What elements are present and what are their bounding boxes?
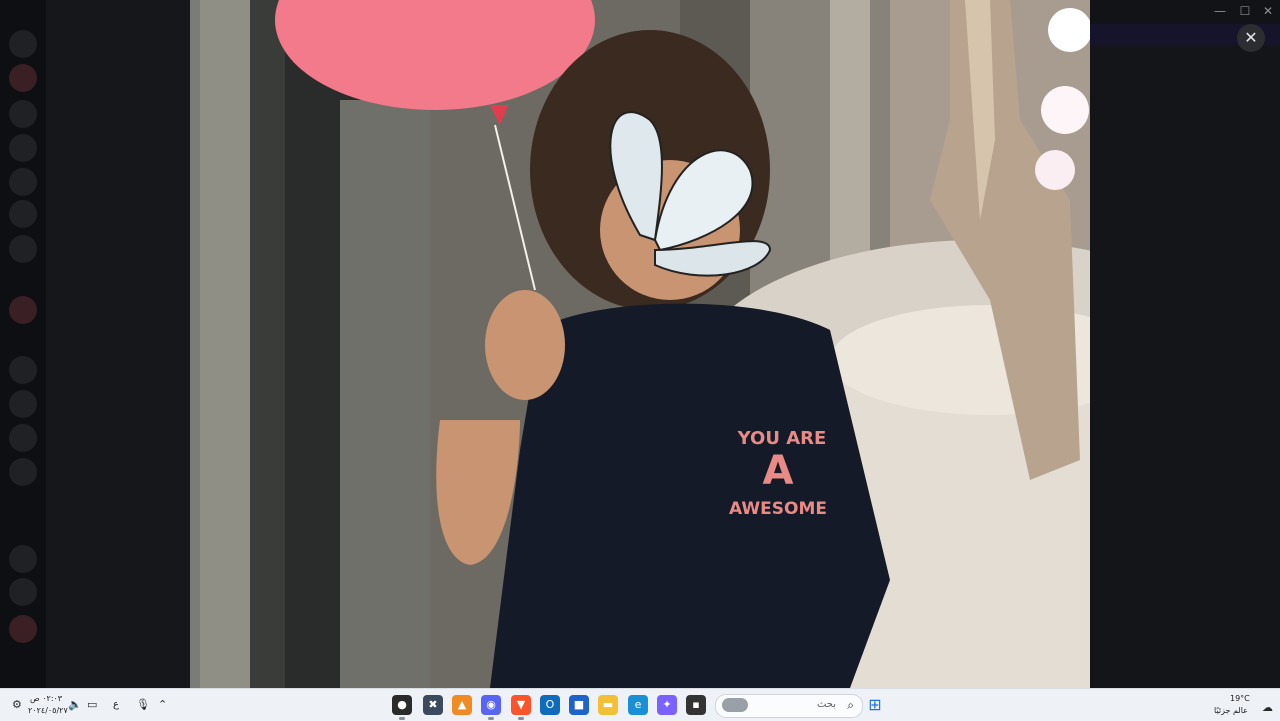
taskbar-app-copilot[interactable]: ✦ (657, 695, 677, 715)
minimize-button[interactable]: — (1208, 2, 1232, 20)
taskbar: ⚙ ٠٢:٠٣ ص ٢٠٢٤/٠٥/٢٧ 🔈 ▭ ع 🎙 ⌃ ● ✖ ▲ ◉ ▼ O ■ ▬ e… (0, 688, 1280, 721)
taskbar-app-task-view[interactable]: ▪ (686, 695, 706, 715)
background-server (9, 390, 37, 418)
microphone-icon[interactable]: 🎙 (136, 698, 150, 711)
background-server-list (0, 0, 46, 688)
taskbar-app-terminal[interactable]: ✖ (423, 695, 443, 715)
background-server (9, 30, 37, 58)
notification-icon[interactable]: ⚙ (12, 698, 22, 711)
search-highlight-image (722, 698, 748, 712)
background-server (9, 64, 37, 92)
start-button[interactable]: ⊞ (865, 695, 885, 715)
background-member-list (1090, 46, 1280, 688)
taskbar-app-discord[interactable]: ◉ (481, 695, 501, 715)
chevron-up-icon[interactable]: ⌃ (158, 698, 167, 711)
background-server (9, 545, 37, 573)
background-server (9, 134, 37, 162)
background-server (9, 200, 37, 228)
taskbar-app-edge[interactable]: e (628, 695, 648, 715)
taskbar-app-outlook[interactable]: O (540, 695, 560, 715)
weather-icon[interactable]: ☁ (1262, 701, 1273, 714)
clock-date[interactable]: ٢٠٢٤/٠٥/٢٧ (28, 706, 68, 715)
window-close-button[interactable]: ✕ (1256, 2, 1280, 20)
background-server (9, 100, 37, 128)
photo-illustration: YOU ARE A AWESOME (190, 0, 1090, 688)
search-input[interactable]: بحث ⌕ (715, 694, 863, 718)
shirt-letter: A (763, 448, 794, 494)
viewer-close-button[interactable]: ✕ (1237, 24, 1265, 52)
taskbar-app-brave[interactable]: ▼ (511, 695, 531, 715)
volume-icon[interactable]: 🔈 (68, 698, 82, 711)
background-server (9, 296, 37, 324)
clock-time[interactable]: ٠٢:٠٣ ص (30, 694, 62, 703)
language-indicator[interactable]: ع (113, 699, 119, 710)
close-icon: ✕ (1244, 28, 1258, 47)
taskbar-app-store[interactable]: ■ (569, 695, 589, 715)
background-server (9, 458, 37, 486)
background-server (9, 168, 37, 196)
search-icon: ⌕ (847, 698, 854, 712)
background-channel-list (46, 0, 190, 688)
weather-label[interactable]: عالم جزئيًا (1214, 706, 1248, 715)
search-placeholder: بحث (816, 699, 836, 710)
taskbar-app-vlc[interactable]: ▲ (452, 695, 472, 715)
background-server (9, 424, 37, 452)
background-server (9, 615, 37, 643)
background-server (9, 578, 37, 606)
shirt-text-line2: AWESOME (729, 499, 827, 519)
taskbar-app-obs-studio[interactable]: ● (392, 695, 412, 715)
shirt-text-line1: YOU ARE (737, 428, 827, 449)
taskbar-app-file-explorer[interactable]: ▬ (598, 695, 618, 715)
background-server (9, 356, 37, 384)
weather-temp[interactable]: 19°C (1230, 694, 1250, 703)
network-icon[interactable]: ▭ (87, 698, 97, 711)
viewer-image: YOU ARE A AWESOME (190, 0, 1090, 688)
background-server (9, 235, 37, 263)
maximize-button[interactable]: ☐ (1233, 2, 1257, 20)
